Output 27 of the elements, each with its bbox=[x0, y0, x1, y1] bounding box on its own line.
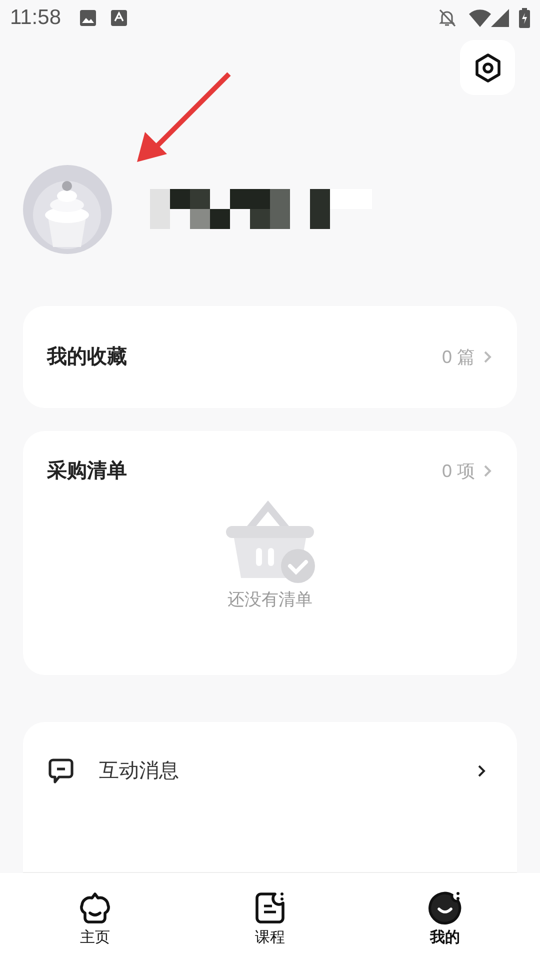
menu-label: 互动消息 bbox=[99, 759, 179, 784]
chevron-right-icon bbox=[477, 764, 487, 778]
chat-icon bbox=[47, 757, 75, 785]
card-title: 我的收藏 bbox=[47, 345, 127, 370]
favorites-card[interactable]: 我的收藏 0 篇 bbox=[23, 306, 517, 408]
favorites-count: 0 篇 bbox=[442, 346, 475, 368]
shopping-list-count: 0 项 bbox=[442, 460, 475, 482]
keyboard-icon bbox=[111, 9, 127, 27]
bell-off-icon bbox=[437, 8, 457, 28]
chevron-right-icon bbox=[483, 464, 493, 478]
signal-icon bbox=[491, 9, 509, 27]
tab[interactable]: 主页 bbox=[50, 873, 140, 960]
settings-icon bbox=[474, 52, 502, 82]
tab[interactable]: 课程 bbox=[225, 873, 315, 960]
cupcake-icon bbox=[78, 891, 112, 925]
settings-button[interactable] bbox=[460, 40, 515, 95]
menu-item[interactable]: 互动消息 bbox=[47, 722, 487, 820]
tab[interactable]: 我的 bbox=[400, 873, 490, 960]
image-icon bbox=[79, 9, 97, 27]
chevron-right-icon bbox=[483, 350, 493, 364]
empty-list-text: 还没有清单 bbox=[228, 589, 312, 611]
card-title: 采购清单 bbox=[47, 459, 127, 484]
notebook-icon bbox=[253, 891, 287, 925]
smiley-icon bbox=[428, 891, 462, 925]
wifi-icon bbox=[469, 9, 491, 27]
battery-icon bbox=[519, 8, 530, 28]
status-time: 11:58 bbox=[10, 5, 61, 32]
